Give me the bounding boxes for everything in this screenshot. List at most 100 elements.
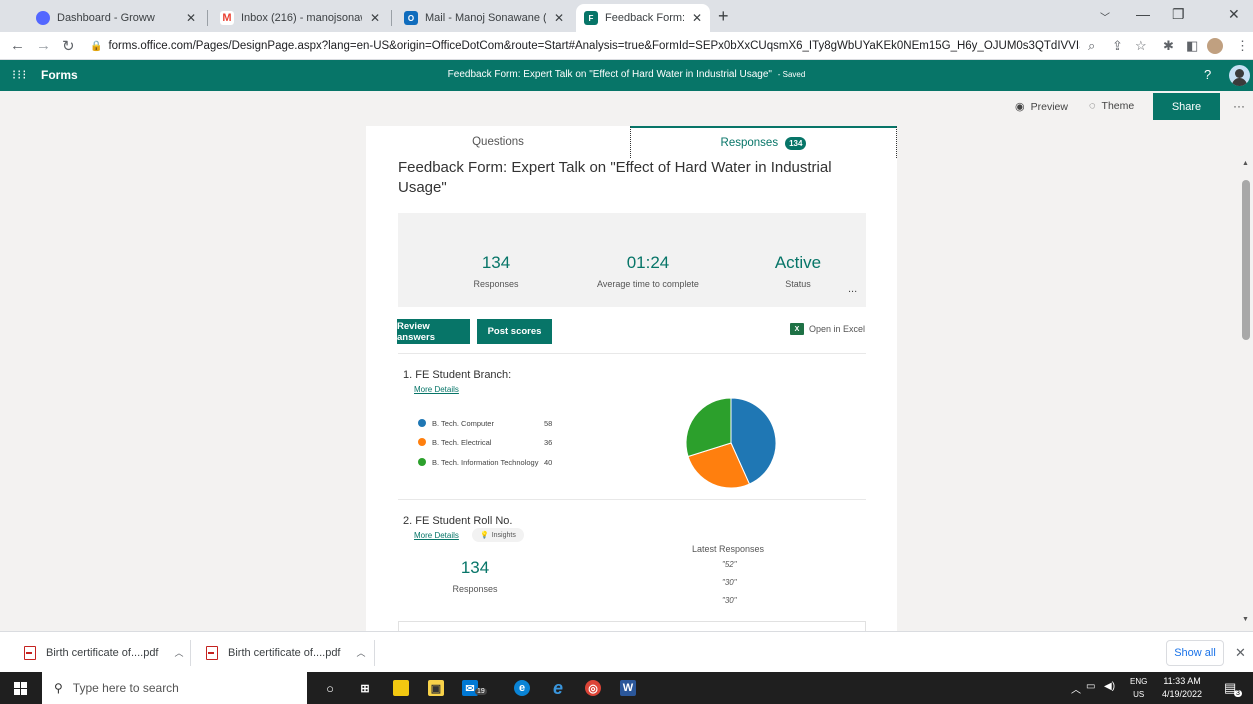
close-download-bar-icon[interactable]: ✕ — [1235, 645, 1246, 661]
page-scrollbar[interactable]: ▲ ▼ — [1239, 122, 1253, 631]
download-separator — [374, 640, 375, 666]
side-panel-icon[interactable]: ◧ — [1186, 38, 1198, 54]
legend-label: B. Tech. Information Technology — [432, 457, 539, 467]
address-bar: ← → ↻ 🔒 forms.office.com/Pages/DesignPag… — [0, 32, 1253, 60]
forms-header: ⁝⁝⁝ Forms Feedback Form: Expert Talk on … — [0, 60, 1253, 91]
reload-icon[interactable]: ↻ — [62, 37, 75, 55]
legend-item: B. Tech. Computer 58 — [418, 417, 564, 429]
tab-label: Responses — [720, 137, 779, 149]
language-indicator[interactable]: ENG US — [1130, 675, 1147, 701]
scroll-down-arrow-icon[interactable]: ▼ — [1242, 616, 1249, 623]
url-field[interactable]: 🔒 forms.office.com/Pages/DesignPage.aspx… — [90, 37, 1080, 55]
latest-response: "30" — [722, 578, 737, 587]
network-icon[interactable]: ▭ — [1086, 681, 1095, 692]
browser-tab-outlook[interactable]: O Mail - Manoj Sonawane (Dr.) - O ✕ — [396, 4, 572, 32]
legend-label: B. Tech. Electrical — [432, 437, 492, 447]
scrollbar-thumb[interactable] — [1242, 180, 1250, 340]
chrome-icon[interactable]: ◎ — [585, 680, 601, 696]
browser-menu-icon[interactable]: ⋮ — [1236, 38, 1249, 54]
summary-more-icon[interactable]: ... — [848, 283, 857, 295]
chevron-up-icon[interactable]: ︿ — [357, 646, 366, 659]
close-icon[interactable]: ✕ — [554, 11, 564, 25]
lightbulb-icon: 💡 — [480, 532, 489, 539]
tab-responses[interactable]: Responses 134 — [630, 126, 897, 158]
browser-tab-groww[interactable]: Dashboard - Groww ✕ — [28, 4, 204, 32]
tray-chevron-icon[interactable]: ︿ — [1071, 681, 1081, 696]
lang-bottom: US — [1133, 690, 1145, 699]
system-clock[interactable]: 11:33 AM 4/19/2022 — [1162, 675, 1202, 701]
close-icon[interactable]: ✕ — [186, 11, 196, 25]
tab-search-chevron-icon[interactable]: ﹀ — [1100, 9, 1110, 24]
status-stat: Active Status — [748, 253, 848, 289]
browser-tab-strip: Dashboard - Groww ✕ M Inbox (216) - mano… — [0, 0, 1253, 32]
browser-tab-gmail[interactable]: M Inbox (216) - manojsonawane12 ✕ — [212, 4, 388, 32]
close-icon[interactable]: ✕ — [692, 11, 702, 25]
zoom-icon[interactable]: ⌕ — [1088, 38, 1095, 54]
profile-avatar-icon[interactable] — [1207, 38, 1223, 54]
post-scores-button[interactable]: Post scores — [477, 319, 552, 344]
store-icon[interactable]: ▣ — [428, 680, 444, 696]
minimize-icon[interactable]: — — [1136, 6, 1150, 22]
tab-questions[interactable]: Questions — [366, 126, 630, 158]
forms-icon: F — [584, 11, 598, 25]
q1-more-details-link[interactable]: More Details — [414, 385, 459, 394]
new-tab-plus-icon[interactable]: + — [718, 6, 729, 27]
form-title: Feedback Form: Expert Talk on "Effect of… — [447, 69, 772, 80]
theme-label: Theme — [1101, 100, 1135, 112]
chevron-up-icon[interactable]: ︿ — [175, 646, 184, 659]
review-answers-button[interactable]: Review answers — [397, 319, 470, 344]
avatar[interactable] — [1229, 65, 1250, 86]
volume-icon[interactable]: ◀) — [1104, 681, 1115, 692]
responses-label: Responses — [473, 279, 519, 289]
restore-icon[interactable]: ❐ — [1172, 6, 1185, 23]
theme-button[interactable]: ◌ Theme — [1089, 100, 1134, 112]
taskbar-search-box[interactable]: ⚲ Type here to search — [42, 672, 307, 704]
legend-swatch — [418, 458, 426, 466]
close-icon[interactable]: ✕ — [370, 11, 380, 25]
windows-taskbar: ⚲ Type here to search ○ ⊞ ▣ ✉ 19 e e ◎ W… — [0, 672, 1253, 704]
word-icon[interactable]: W — [620, 680, 636, 696]
internet-explorer-icon[interactable]: e — [550, 678, 566, 698]
bookmark-star-icon[interactable]: ☆ — [1135, 38, 1147, 54]
edge-icon[interactable]: e — [514, 680, 530, 696]
page-title: Feedback Form: Expert Talk on "Effect of… — [398, 159, 832, 196]
palette-icon: ◌ — [1089, 100, 1096, 112]
cortana-icon[interactable]: ○ — [322, 680, 338, 696]
pdf-file-icon — [24, 645, 36, 660]
extensions-icon[interactable]: ✱ — [1163, 38, 1174, 54]
download-item[interactable]: Birth certificate of....pdf ︿ — [24, 632, 184, 673]
tab-title: Inbox (216) - manojsonawane12 — [241, 12, 362, 24]
question-1-title: 1. FE Student Branch: — [403, 369, 512, 381]
preview-button[interactable]: ◉ Preview — [1015, 100, 1068, 114]
avg-time-label: Average time to complete — [597, 279, 699, 289]
show-all-downloads-button[interactable]: Show all — [1166, 640, 1224, 666]
download-item[interactable]: Birth certificate of....pdf ︿ — [206, 632, 366, 673]
back-arrow-icon[interactable]: ← — [10, 37, 25, 54]
tab-title: Feedback Form: Expert Talk on "E — [605, 12, 684, 24]
legend-swatch — [418, 419, 426, 427]
more-options-icon[interactable]: ··· — [1233, 99, 1245, 113]
help-icon[interactable]: ? — [1204, 67, 1211, 82]
branch-pie-chart — [685, 397, 777, 489]
share-page-icon[interactable]: ⇪ — [1112, 38, 1123, 54]
clock-date: 4/19/2022 — [1162, 689, 1203, 699]
question-2-title: 2. FE Student Roll No. — [403, 515, 513, 527]
task-view-icon[interactable]: ⊞ — [357, 680, 373, 696]
scroll-up-arrow-icon[interactable]: ▲ — [1242, 160, 1249, 167]
windows-start-icon[interactable] — [14, 682, 27, 695]
forward-arrow-icon[interactable]: → — [36, 37, 51, 54]
file-explorer-icon[interactable] — [393, 680, 409, 696]
q2-more-details-link[interactable]: More Details — [414, 531, 459, 540]
insights-button[interactable]: 💡 Insights — [472, 528, 524, 542]
tab-separator — [391, 10, 392, 26]
groww-icon — [36, 11, 50, 25]
form-title-bar[interactable]: Feedback Form: Expert Talk on "Effect of… — [0, 69, 1253, 80]
command-bar: ◉ Preview ◌ Theme — [0, 91, 1253, 122]
legend-value: 58 — [544, 418, 553, 428]
window-close-icon[interactable]: ✕ — [1228, 6, 1240, 23]
open-in-excel-button[interactable]: X Open in Excel — [790, 323, 865, 335]
eye-icon: ◉ — [1015, 101, 1025, 113]
share-button[interactable]: Share — [1153, 93, 1220, 120]
divider — [398, 353, 866, 354]
browser-tab-forms[interactable]: F Feedback Form: Expert Talk on "E ✕ — [576, 4, 710, 32]
